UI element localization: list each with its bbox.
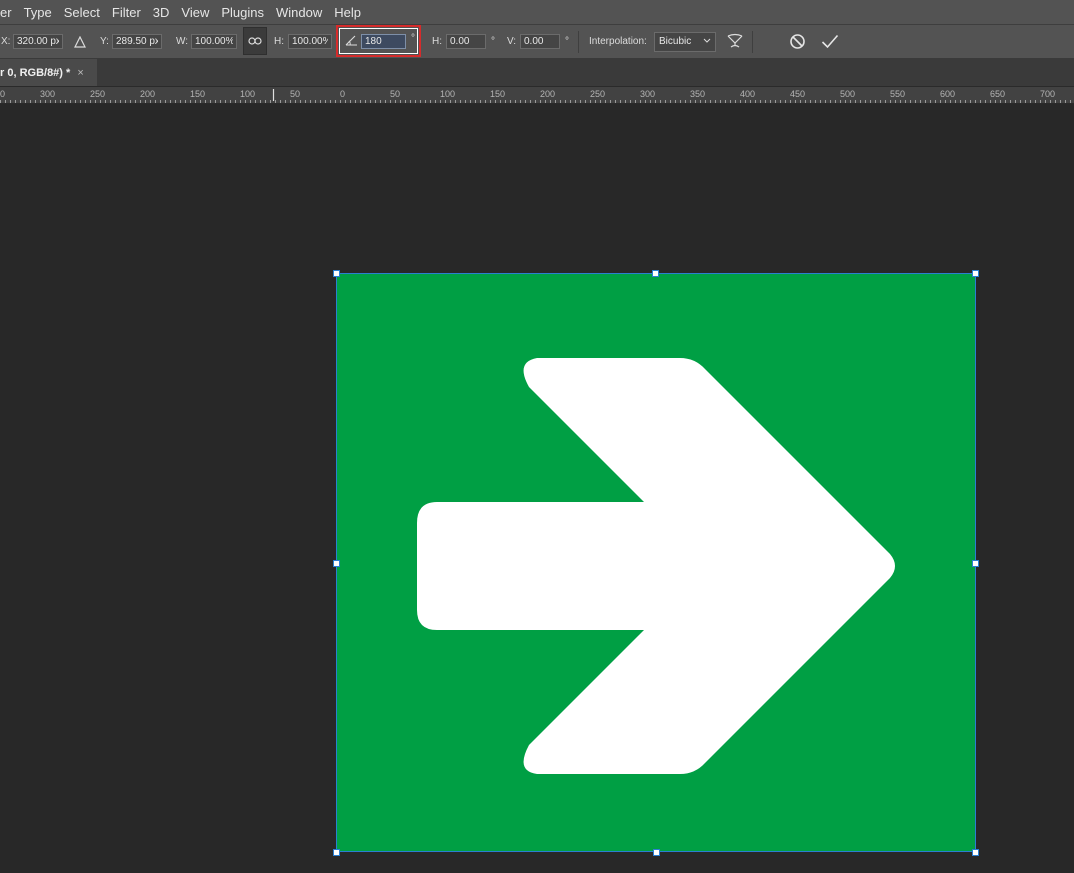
warp-icon[interactable] [726, 25, 744, 58]
rotate-angle-icon [345, 35, 358, 49]
menu-help[interactable]: Help [328, 5, 367, 20]
handle-middle-right[interactable] [972, 560, 979, 567]
y-position-input[interactable] [112, 34, 162, 49]
ruler-label: 350 [690, 89, 706, 99]
green-sign-layer[interactable] [337, 274, 976, 852]
ruler-label: 150 [490, 89, 506, 99]
menu-select[interactable]: Select [58, 5, 106, 20]
ruler-label: 300 [640, 89, 656, 99]
handle-top-left[interactable] [333, 270, 340, 277]
ruler-label: 0 [340, 89, 346, 99]
ruler-label: 400 [740, 89, 756, 99]
document-tab-bar: r 0, RGB/8#) * × [0, 59, 1074, 87]
handle-bottom-left[interactable] [333, 849, 340, 856]
ruler-label: 500 [840, 89, 856, 99]
skew-h-degree: ° [491, 36, 495, 47]
ruler-label: 50 [290, 89, 301, 99]
skew-v-degree: ° [565, 36, 569, 47]
document-tab-title: r 0, RGB/8#) * [0, 66, 71, 79]
menu-type[interactable]: Type [18, 5, 58, 20]
cancel-icon[interactable] [789, 25, 806, 58]
menu-view[interactable]: View [175, 5, 215, 20]
divider [578, 31, 579, 53]
ruler-label: 700 [1040, 89, 1056, 99]
menu-bar: er Type Select Filter 3D View Plugins Wi… [0, 0, 1074, 24]
menu-layer[interactable]: er [0, 5, 18, 20]
ruler-label: 450 [790, 89, 806, 99]
skew-h-label: H: [432, 36, 442, 47]
interpolation-value: Bicubic [659, 36, 692, 47]
width-input[interactable] [191, 34, 237, 49]
transform-options-bar: X: Y: W: H: ° H: ° V: ° Interpolation: B… [0, 24, 1074, 59]
h-label: H: [274, 36, 284, 47]
w-label: W: [176, 36, 189, 47]
rotate-degree: ° [411, 33, 415, 44]
menu-plugins[interactable]: Plugins [215, 5, 270, 20]
ruler-label: 200 [140, 89, 156, 99]
document-tab[interactable]: r 0, RGB/8#) * × [0, 59, 97, 86]
ruler-label: 100 [440, 89, 456, 99]
skew-h-input[interactable] [446, 34, 486, 49]
divider [752, 31, 753, 53]
ruler-label: 250 [90, 89, 106, 99]
handle-middle-left[interactable] [333, 560, 340, 567]
handle-top-center[interactable] [652, 270, 659, 277]
interpolation-label: Interpolation: [589, 36, 647, 47]
chevron-down-icon [703, 36, 711, 47]
ruler-ticks [0, 89, 1071, 103]
x-position-input[interactable] [13, 34, 63, 49]
rotate-angle-input[interactable] [361, 34, 406, 49]
skew-v-input[interactable] [520, 34, 560, 49]
link-icon[interactable] [243, 27, 267, 55]
reference-point-icon[interactable] [74, 25, 86, 58]
ruler-label: 650 [990, 89, 1006, 99]
ruler-label: 100 [240, 89, 256, 99]
handle-bottom-center[interactable] [653, 849, 660, 856]
ruler-label: 550 [890, 89, 906, 99]
arrow-right-icon [417, 358, 895, 774]
handle-top-right[interactable] [972, 270, 979, 277]
handle-bottom-right[interactable] [972, 849, 979, 856]
ruler-label: 300 [40, 89, 56, 99]
y-label: Y: [100, 36, 109, 47]
menu-filter[interactable]: Filter [106, 5, 147, 20]
x-label: X: [1, 36, 11, 47]
ruler-label: 0 [0, 89, 6, 99]
ruler-label: 250 [590, 89, 606, 99]
skew-v-label: V: [507, 36, 517, 47]
close-icon[interactable]: × [77, 67, 83, 79]
menu-window[interactable]: Window [270, 5, 328, 20]
rotate-field-highlight: ° [336, 25, 421, 57]
ruler-label: 50 [390, 89, 401, 99]
height-input[interactable] [288, 34, 332, 49]
ruler-label: 600 [940, 89, 956, 99]
menu-3d[interactable]: 3D [147, 5, 176, 20]
ruler-label: 200 [540, 89, 556, 99]
commit-icon[interactable] [821, 25, 839, 58]
interpolation-select[interactable]: Bicubic [654, 31, 716, 52]
ruler-label: 150 [190, 89, 206, 99]
horizontal-ruler: 0 300 250 200 150 100 50 0 50 100 150 20… [0, 87, 1074, 104]
